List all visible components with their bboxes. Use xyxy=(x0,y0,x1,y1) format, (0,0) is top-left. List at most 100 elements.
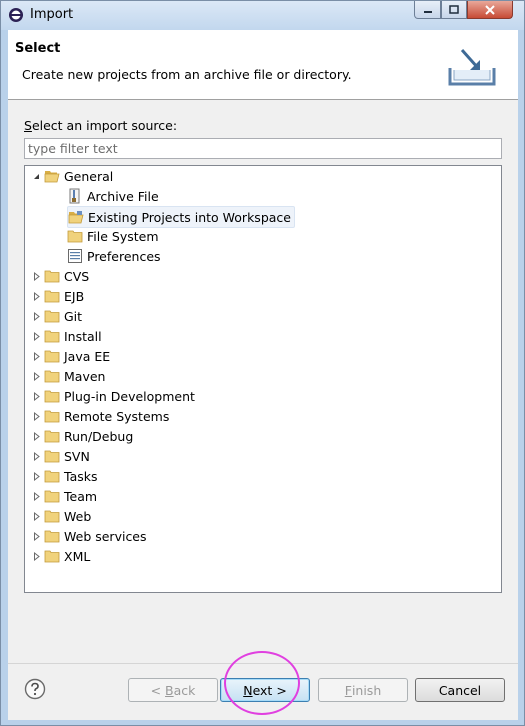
collapsed-twisty-icon[interactable] xyxy=(31,426,41,446)
tree-item-label: Team xyxy=(64,488,98,504)
tree-item-label: EJB xyxy=(64,288,85,304)
collapsed-twisty-icon[interactable] xyxy=(31,466,41,486)
folder-icon xyxy=(44,390,60,403)
maximize-icon xyxy=(449,5,459,14)
folder-icon xyxy=(44,450,60,463)
folder-icon xyxy=(44,430,60,443)
folder-icon xyxy=(44,330,60,343)
tree-item-maven[interactable]: Maven xyxy=(31,366,105,386)
tree-item-preferences[interactable]: Preferences xyxy=(67,246,161,266)
folder-icon xyxy=(44,410,60,423)
archive-file-icon xyxy=(69,188,80,204)
tree-item-label: Java EE xyxy=(64,348,111,364)
collapsed-twisty-icon[interactable] xyxy=(31,386,41,406)
window-title: Import xyxy=(30,7,74,22)
project-folder-icon xyxy=(68,211,84,224)
tree-item-ejb[interactable]: EJB xyxy=(31,286,84,306)
collapsed-twisty-icon[interactable] xyxy=(31,526,41,546)
close-button[interactable] xyxy=(467,1,513,19)
back-button[interactable]: < Back xyxy=(128,678,218,702)
minimize-button[interactable] xyxy=(414,1,441,19)
collapsed-twisty-icon[interactable] xyxy=(31,286,41,306)
folder-icon xyxy=(67,230,83,243)
folder-open-icon xyxy=(44,171,60,183)
page-description: Create new projects from an archive file… xyxy=(22,67,352,82)
tree-item-remote-systems[interactable]: Remote Systems xyxy=(31,406,169,426)
import-source-label: Select an import source: xyxy=(24,118,178,133)
collapsed-twisty-icon[interactable] xyxy=(31,326,41,346)
tree-item-run-debug[interactable]: Run/Debug xyxy=(31,426,133,446)
tree-item-web-services[interactable]: Web services xyxy=(31,526,147,546)
collapsed-twisty-icon[interactable] xyxy=(31,266,41,286)
folder-icon xyxy=(44,530,60,543)
tree-item-label: Web services xyxy=(64,528,147,544)
tree-item-label: Plug-in Development xyxy=(64,388,195,404)
collapsed-twisty-icon[interactable] xyxy=(31,546,41,566)
tree-item-label: Tasks xyxy=(64,468,98,484)
folder-icon xyxy=(44,290,60,303)
tree-item-cvs[interactable]: CVS xyxy=(31,266,89,286)
tree-item-label: Install xyxy=(64,328,102,344)
collapsed-twisty-icon[interactable] xyxy=(31,506,41,526)
folder-icon xyxy=(44,550,60,563)
tree-item-label: Git xyxy=(64,308,83,324)
tree-item-label: CVS xyxy=(64,268,90,284)
tree-item-tasks[interactable]: Tasks xyxy=(31,466,98,486)
collapsed-twisty-icon[interactable] xyxy=(31,306,41,326)
folder-icon xyxy=(44,370,60,383)
tree-item-archive-file[interactable]: Archive File xyxy=(67,186,159,206)
tree-item-label: Web xyxy=(64,508,92,524)
tree-item-plug-in-development[interactable]: Plug-in Development xyxy=(31,386,195,406)
folder-icon xyxy=(44,270,60,283)
maximize-button[interactable] xyxy=(441,1,467,19)
import-wizard-icon xyxy=(448,49,496,86)
folder-icon xyxy=(44,310,60,323)
tree-item-label: General xyxy=(64,168,114,184)
tree-item-label: Remote Systems xyxy=(64,408,170,424)
tree-item-existing-projects-into-workspace[interactable]: Existing Projects into Workspace xyxy=(67,206,295,228)
folder-icon xyxy=(44,490,60,503)
next-button[interactable]: Next > xyxy=(220,678,310,702)
page-title: Select xyxy=(15,41,61,56)
tree-item-web[interactable]: Web xyxy=(31,506,91,526)
collapsed-twisty-icon[interactable] xyxy=(31,446,41,466)
dialog-body: Select Create new projects from an archi… xyxy=(8,30,518,720)
folder-icon xyxy=(44,350,60,363)
folder-icon xyxy=(44,470,60,483)
preferences-icon xyxy=(68,249,82,263)
footer-separator xyxy=(8,663,518,664)
tree-item-label: Existing Projects into Workspace xyxy=(88,209,291,225)
title-bar[interactable]: Import xyxy=(1,1,524,30)
tree-item-label: Maven xyxy=(64,368,106,384)
tree-item-install[interactable]: Install xyxy=(31,326,102,346)
collapsed-twisty-icon[interactable] xyxy=(31,486,41,506)
expanded-twisty-icon[interactable] xyxy=(31,166,41,186)
collapsed-twisty-icon[interactable] xyxy=(31,366,41,386)
tree-item-xml[interactable]: XML xyxy=(31,546,90,566)
finish-button[interactable]: Finish xyxy=(318,678,408,702)
tree-item-java-ee[interactable]: Java EE xyxy=(31,346,110,366)
help-icon[interactable] xyxy=(24,678,46,700)
cancel-button[interactable]: Cancel xyxy=(415,678,505,702)
tree-item-team[interactable]: Team xyxy=(31,486,97,506)
tree-item-svn[interactable]: SVN xyxy=(31,446,90,466)
collapsed-twisty-icon[interactable] xyxy=(31,406,41,426)
tree-item-git[interactable]: Git xyxy=(31,306,82,326)
import-source-tree[interactable]: General Archive File Existing Projects in… xyxy=(24,165,502,593)
eclipse-app-icon xyxy=(9,8,23,22)
tree-item-label: File System xyxy=(87,228,159,244)
folder-icon xyxy=(44,510,60,523)
minimize-icon xyxy=(423,10,432,13)
wizard-header: Select Create new projects from an archi… xyxy=(8,30,518,100)
close-icon xyxy=(485,4,495,15)
tree-item-label: Run/Debug xyxy=(64,428,134,444)
tree-item-label: Preferences xyxy=(87,248,161,264)
filter-input[interactable] xyxy=(24,138,502,159)
tree-item-general[interactable]: General xyxy=(31,166,113,186)
tree-item-label: XML xyxy=(64,548,91,564)
tree-item-label: SVN xyxy=(64,448,90,464)
tree-item-file-system[interactable]: File System xyxy=(67,226,159,246)
collapsed-twisty-icon[interactable] xyxy=(31,346,41,366)
tree-item-label: Archive File xyxy=(87,188,159,204)
import-dialog: Import Select Create new projects from a… xyxy=(0,0,525,726)
